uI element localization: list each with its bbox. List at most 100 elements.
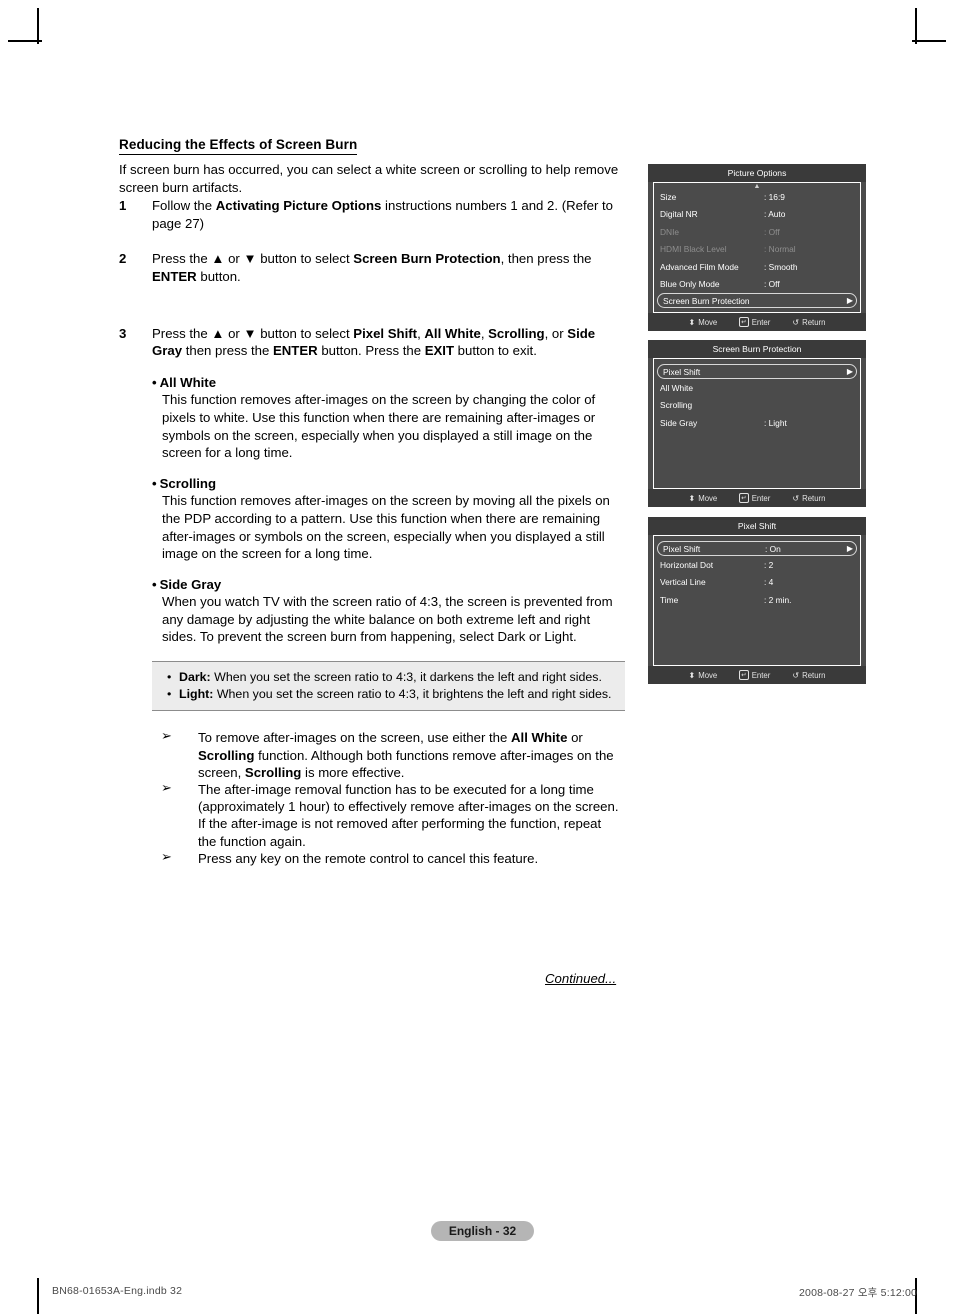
feature-bullet-title: • Side Gray	[152, 576, 222, 592]
osd-title: Screen Burn Protection	[648, 340, 866, 358]
osd-empty-row	[654, 467, 860, 485]
osd-enter-label: Enter	[751, 317, 771, 327]
osd-menu-item-selected[interactable]: Pixel Shift : On ▶	[657, 541, 857, 556]
print-filename-footer: BN68-01653A-Eng.indb 32	[52, 1285, 183, 1297]
osd-item-label: Digital NR	[660, 209, 698, 220]
osd-return-label: Return	[802, 317, 826, 327]
osd-menu-item[interactable]: HDMI Black Level : Normal	[654, 241, 860, 259]
osd-menu-item[interactable]: Scrolling	[654, 397, 860, 415]
step-item: 2 Press the ▲ or ▼ button to select Scree…	[119, 250, 619, 285]
feature-bullet-title: • Scrolling	[152, 475, 217, 491]
osd-return-hint: ↺ Return	[792, 493, 825, 503]
osd-menu-item[interactable]: Vertical Line: 4	[654, 574, 860, 592]
arrow-bullet-icon: ➢	[161, 849, 172, 865]
osd-item-value: : 2	[764, 559, 774, 570]
osd-item-label: Horizontal Dot	[660, 559, 714, 570]
enter-key-icon: ↵	[739, 317, 749, 327]
osd-menu-list: Pixel Shift ▶ All White Scrolling Side Gray:…	[653, 358, 861, 489]
osd-move-label: Move	[698, 317, 718, 327]
osd-empty-row	[654, 644, 860, 662]
osd-return-label: Return	[802, 670, 826, 680]
feature-bullet-body: This function removes after-images on th…	[162, 392, 596, 461]
osd-item-label: Advanced Film Mode	[660, 261, 739, 272]
steps-list: 1 Follow the Activating Picture Options i…	[119, 197, 619, 360]
osd-item-value: : 2 min.	[764, 594, 792, 605]
osd-enter-hint: ↵ Enter	[739, 670, 770, 680]
osd-menu-item[interactable]: Horizontal Dot : 2	[654, 556, 860, 574]
osd-menu-list: ▲ Size: 16:9 Digital NR: Auto DNIe: Off HDMI…	[653, 182, 861, 313]
step-number: 2	[119, 251, 127, 267]
osd-menu-item-selected[interactable]: Pixel Shift ▶	[657, 364, 857, 379]
osd-menu-item[interactable]: Time : 2 min.	[654, 591, 860, 609]
enter-key-icon: ↵	[739, 493, 749, 503]
submenu-arrow-icon: ▶	[846, 366, 853, 376]
arrow-notes-list: ➢ To remove after-images on the screen, u…	[152, 729, 619, 867]
osd-item-value: : On	[765, 543, 781, 554]
page-number-badge: English - 32	[431, 1221, 534, 1241]
crop-mark-bottom-left-vertical	[37, 1278, 39, 1314]
osd-title: Pixel Shift	[648, 517, 866, 535]
osd-item-label: Side Gray	[660, 417, 698, 428]
osd-item-label: Blue Only Mode	[660, 279, 720, 290]
enter-key-icon: ↵	[739, 670, 749, 680]
osd-panel-screen-burn-protection: Screen Burn Protection Pixel Shift ▶ All Wh…	[648, 340, 866, 507]
osd-enter-hint: ↵ Enter	[739, 493, 770, 503]
osd-item-value: : Normal	[764, 244, 796, 255]
manual-page: Reducing the Effects of Screen Burn If s…	[0, 0, 954, 1314]
arrow-note-item: ➢ The after-image removal function has to…	[161, 781, 619, 849]
osd-empty-row	[654, 626, 860, 644]
osd-panel-picture-options: Picture Options ▲ Size: 16:9 Digital NR: Au…	[648, 164, 866, 331]
step-item: 3 Press the ▲ or ▼ button to select Pixel…	[119, 325, 619, 360]
osd-menu-item[interactable]: All White	[654, 379, 860, 397]
note-item: • Light: When you set the screen ratio to…	[162, 686, 615, 702]
feature-bullet-list: • All White This function removes after-im…	[152, 374, 619, 646]
osd-menu-item[interactable]: Digital NR: Auto	[654, 206, 860, 224]
content-column: Reducing the Effects of Screen Burn If s…	[119, 136, 625, 867]
osd-item-label: DNIe	[660, 226, 680, 237]
step-text: Follow the Activating Picture Options in…	[152, 198, 614, 231]
osd-menu-item[interactable]: Advanced Film Mode : Smooth	[654, 258, 860, 276]
osd-return-label: Return	[802, 493, 826, 503]
osd-item-label: Pixel Shift	[663, 543, 701, 554]
print-timestamp-footer: 2008-08-27 오후 5:12:00	[799, 1287, 918, 1299]
move-arrows-icon: ⬍	[688, 670, 696, 680]
osd-return-hint: ↺ Return	[792, 317, 825, 327]
osd-item-label: Time	[660, 594, 679, 605]
osd-menu-item[interactable]: DNIe : Off	[654, 223, 860, 241]
osd-item-label: HDMI Black Level	[660, 244, 727, 255]
step-text: Press the ▲ or ▼ button to select Screen…	[152, 251, 592, 284]
osd-item-value: : 16:9	[764, 191, 785, 202]
osd-menu-item-selected[interactable]: Screen Burn Protection ▶	[657, 293, 857, 308]
osd-return-hint: ↺ Return	[792, 670, 825, 680]
osd-menu-item[interactable]: Blue Only Mode: Off	[654, 276, 860, 294]
osd-menu-item[interactable]: Side Gray : Light	[654, 414, 860, 432]
osd-item-value: : Light	[764, 417, 787, 428]
bullet-dot-icon: •	[167, 687, 172, 702]
note-item-text: When you set the screen ratio to 4:3, it…	[210, 670, 602, 685]
submenu-arrow-icon: ▶	[846, 295, 853, 305]
osd-item-label: Size	[660, 191, 677, 202]
osd-title: Picture Options	[648, 164, 866, 182]
step-number: 3	[119, 325, 127, 341]
bullet-dot-icon: •	[152, 576, 157, 592]
osd-move-hint: ⬍ Move	[689, 670, 718, 680]
note-item-label: Dark:	[179, 670, 211, 685]
osd-footer: ⬍ Move ↵ Enter ↺ Return	[648, 313, 866, 331]
osd-menu-item[interactable]: Size : 16:9	[654, 188, 860, 206]
crop-mark-top-right-horizontal	[912, 40, 946, 42]
continued-label: Continued...	[545, 971, 617, 986]
arrow-note-item: ➢ Press any key on the remote control to …	[161, 849, 539, 866]
osd-item-value: : Smooth	[764, 261, 798, 272]
feature-bullet: • Scrolling This function removes after-im…	[152, 475, 619, 563]
crop-mark-top-left-vertical	[37, 8, 39, 44]
feature-bullet-body: This function removes after-images on th…	[162, 493, 610, 562]
osd-empty-row	[654, 432, 860, 450]
bullet-dot-icon: •	[152, 374, 157, 390]
submenu-arrow-icon: ▶	[846, 543, 853, 553]
bullet-dot-icon: •	[167, 670, 172, 685]
osd-item-value: : Off	[764, 226, 780, 237]
intro-paragraph: If screen burn has occurred, you can sel…	[119, 162, 619, 195]
osd-item-value: : 4	[764, 577, 774, 588]
osd-move-label: Move	[698, 670, 718, 680]
osd-move-hint: ⬍ Move	[689, 317, 718, 327]
